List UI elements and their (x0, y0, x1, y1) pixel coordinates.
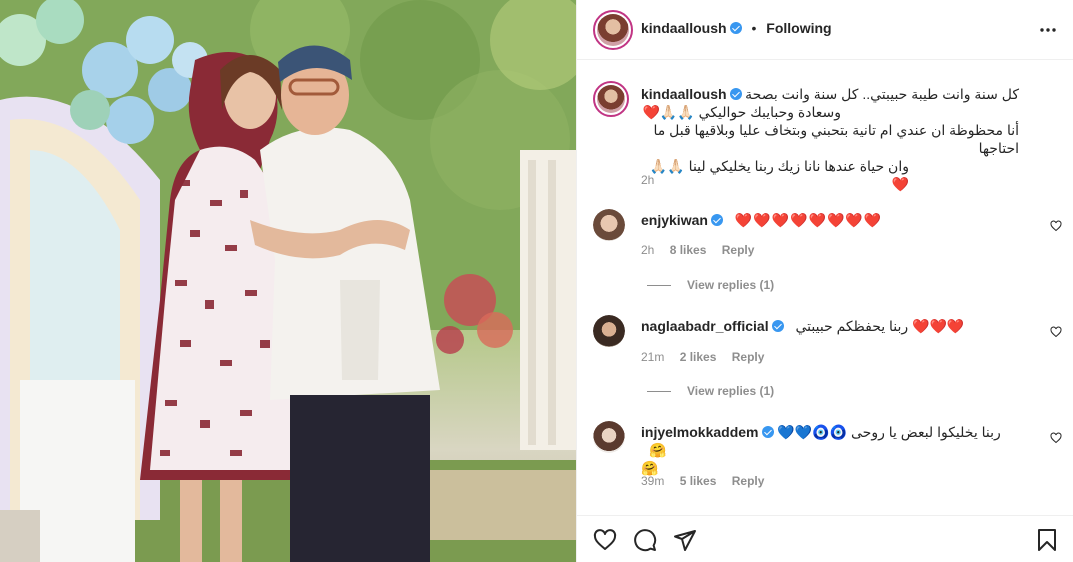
comment-reply-button[interactable]: Reply (722, 243, 755, 257)
comment-body: ❤️❤️❤️❤️❤️❤️❤️❤️ (734, 212, 883, 228)
following-button[interactable]: Following (766, 20, 831, 36)
comment-text: injyelmokkaddem ربنا يخليكوا لبعض يا روح… (641, 423, 1019, 477)
post-action-bar (577, 515, 1073, 562)
comment-meta: 2h 8 likes Reply (641, 243, 766, 257)
comment-time[interactable]: 2h (641, 243, 654, 257)
caption-line-2: وسعادة وحبايبك حواليكي 🙏🏻🙏🏻❤️ (642, 104, 841, 120)
comment-meta: 21m 2 likes Reply (641, 350, 776, 364)
commenter-username[interactable]: naglaabadr_official (641, 318, 769, 334)
author-username[interactable]: kindaalloush (641, 20, 727, 36)
view-replies-line (647, 285, 671, 287)
verified-badge-icon (729, 22, 742, 34)
more-options-icon[interactable] (1038, 20, 1058, 40)
verified-badge-icon (771, 320, 784, 332)
comment-likes[interactable]: 2 likes (680, 350, 717, 364)
comment-text: naglaabadr_official ❤️❤️❤️ ربنا يحفظكم ح… (641, 317, 1019, 335)
post-header: kindaalloush • Following (577, 0, 1073, 60)
comment-item: enjykiwan ❤️❤️❤️❤️❤️❤️❤️❤️ 2h 8 likes Re… (577, 207, 1073, 303)
caption-line-1: كل سنة وانت طيبة حبيبتي.. كل سنة وانت بص… (745, 86, 1019, 102)
comment-item: naglaabadr_official ❤️❤️❤️ ربنا يحفظكم ح… (577, 313, 1073, 409)
verified-badge-icon (710, 214, 723, 226)
comment-time[interactable]: 39m (641, 474, 664, 488)
caption-time[interactable]: 2h (641, 173, 654, 187)
commenter-avatar[interactable] (593, 421, 625, 453)
view-replies-line (647, 391, 671, 393)
post-photo[interactable] (0, 0, 576, 562)
comment-like-heart-icon[interactable] (1050, 326, 1062, 338)
caption-line-3: أنا محظوظة ان عندي ام تانية بتحبني وبتخا… (653, 122, 1019, 156)
commenter-username[interactable]: enjykiwan (641, 212, 708, 228)
verified-badge-icon (729, 88, 742, 100)
view-replies-button[interactable]: View replies (1) (647, 384, 774, 398)
view-replies-button[interactable]: View replies (1) (647, 278, 774, 292)
caption-text: kindaalloush كل سنة وانت طيبة حبيبتي.. ك… (641, 85, 1019, 193)
post-details-panel: kindaalloush • Following kindaalloush كل… (576, 0, 1073, 562)
comment-likes[interactable]: 8 likes (670, 243, 707, 257)
caption-author-avatar[interactable] (593, 81, 629, 117)
verified-badge-icon (761, 426, 774, 438)
heart-icon[interactable] (593, 528, 617, 552)
commenter-username[interactable]: injyelmokkaddem (641, 424, 759, 440)
comment-meta: 39m 5 likes Reply (641, 474, 776, 488)
post-photo-image (0, 0, 576, 562)
comment-like-heart-icon[interactable] (1050, 220, 1062, 232)
comment-item: injyelmokkaddem ربنا يخليكوا لبعض يا روح… (577, 419, 1073, 515)
commenter-avatar[interactable] (593, 209, 625, 241)
comment-icon[interactable] (633, 528, 657, 552)
comment-body: ❤️❤️❤️ ربنا يحفظكم حبيبتي (795, 318, 965, 334)
caption-item: kindaalloush كل سنة وانت طيبة حبيبتي.. ك… (577, 61, 1073, 193)
comment-time[interactable]: 21m (641, 350, 664, 364)
author-avatar[interactable] (593, 10, 633, 50)
comment-likes[interactable]: 5 likes (680, 474, 717, 488)
caption-line-4: وان حياة عندها نانا زيك ربنا يخليكي لينا… (649, 158, 909, 192)
caption-meta: 2h (641, 173, 666, 187)
share-icon[interactable] (673, 528, 697, 552)
bookmark-icon[interactable] (1035, 528, 1059, 552)
view-replies-label: View replies (1) (687, 278, 775, 292)
view-replies-label: View replies (1) (687, 384, 775, 398)
comment-reply-button[interactable]: Reply (732, 350, 765, 364)
comment-text: enjykiwan ❤️❤️❤️❤️❤️❤️❤️❤️ (641, 211, 1019, 229)
separator-dot: • (751, 20, 757, 36)
comment-like-heart-icon[interactable] (1050, 432, 1062, 444)
caption-username[interactable]: kindaalloush (641, 86, 727, 102)
comments-list[interactable]: kindaalloush كل سنة وانت طيبة حبيبتي.. ك… (577, 61, 1073, 515)
commenter-avatar[interactable] (593, 315, 625, 347)
comment-reply-button[interactable]: Reply (732, 474, 765, 488)
author-follow-line: kindaalloush • Following (641, 20, 832, 36)
